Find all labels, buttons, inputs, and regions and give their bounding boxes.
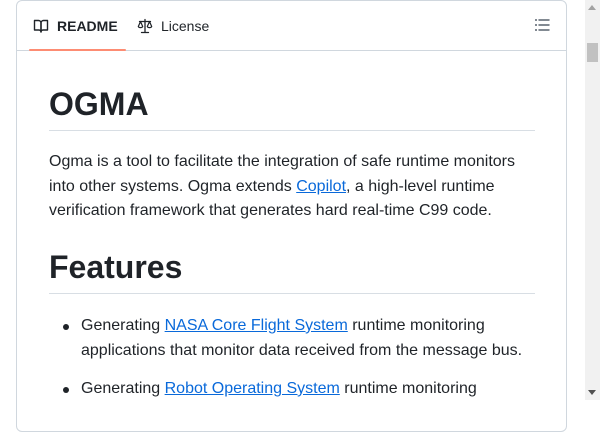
nasa-cfs-link[interactable]: NASA Core Flight System [165, 317, 348, 334]
copilot-link[interactable]: Copilot [296, 178, 346, 195]
ros-link[interactable]: Robot Operating System [165, 380, 340, 397]
vertical-scrollbar[interactable] [585, 0, 600, 400]
list-item: Generating NASA Core Flight System runti… [49, 314, 535, 363]
feature-text-continued: runtime monitoring [339, 380, 477, 397]
scrollbar-thumb[interactable] [587, 43, 598, 62]
features-heading: Features [49, 247, 535, 294]
book-icon [33, 19, 49, 33]
features-list: Generating NASA Core Flight System runti… [49, 314, 535, 416]
readme-panel: README License OGMA Ogma is a tool to fa… [16, 0, 567, 432]
feature-text: Generating [81, 317, 165, 334]
tab-readme-label: README [57, 17, 118, 34]
list-unordered-icon[interactable] [534, 17, 550, 33]
scroll-up-arrow-icon[interactable] [588, 5, 596, 10]
tab-license[interactable]: License [137, 1, 209, 50]
readme-tab-bar: README License [17, 1, 566, 51]
intro-paragraph: Ogma is a tool to facilitate the integra… [49, 150, 535, 224]
feature-text: Generating [81, 380, 165, 397]
scroll-down-arrow-icon[interactable] [588, 390, 596, 395]
law-scale-icon [137, 18, 153, 33]
list-item: Generating Robot Operating System runtim… [49, 377, 535, 402]
page-title: OGMA [49, 84, 535, 131]
tab-readme[interactable]: README [29, 1, 126, 51]
tab-license-label: License [161, 17, 210, 34]
